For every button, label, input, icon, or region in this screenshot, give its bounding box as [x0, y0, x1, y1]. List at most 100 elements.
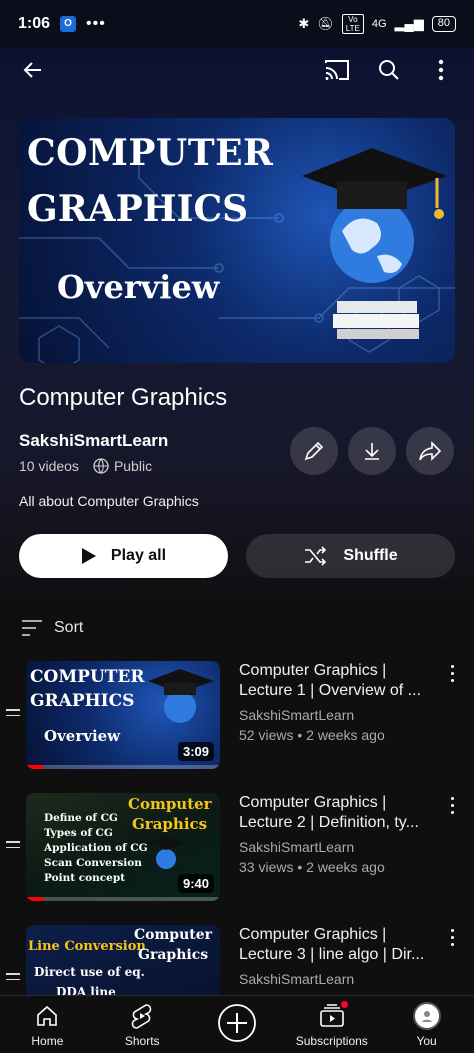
notification-dot [339, 1000, 349, 1009]
watch-progress-bar [26, 765, 220, 769]
video-title[interactable]: Computer Graphics | Lecture 3 | line alg… [239, 925, 439, 965]
drag-handle-icon[interactable] [6, 973, 20, 984]
thumb-text: Scan Conversion [44, 857, 142, 869]
status-icons: ✱ 🔕︎ Vo LTE 4G ▂▄▆ 80 [298, 14, 456, 34]
video-title-line2: Lecture 1 | Overview of ... [239, 682, 422, 699]
share-button[interactable] [406, 427, 454, 475]
play-all-button[interactable]: Play all [19, 534, 228, 578]
share-icon [419, 441, 442, 461]
video-title-line2: Lecture 2 | Definition, ty... [239, 814, 419, 831]
video-title-line1: Computer Graphics | [239, 926, 387, 943]
banner-text-line3: Overview [57, 268, 220, 306]
cast-icon[interactable] [322, 55, 352, 85]
play-all-label: Play all [110, 547, 167, 564]
nav-home[interactable]: Home [2, 1002, 92, 1048]
subscriptions-icon [319, 1000, 349, 1030]
more-options-icon[interactable] [426, 55, 456, 85]
mute-icon: 🔕︎ [317, 16, 334, 31]
sort-button[interactable]: Sort [20, 618, 83, 638]
thumb-text: Graphics [138, 947, 209, 963]
thumb-text: Point concept [44, 872, 126, 884]
video-duration: 9:40 [177, 874, 214, 893]
thumb-text: Overview [44, 727, 121, 745]
playlist-meta: 10 videos Public [19, 458, 152, 474]
bluetooth-icon: ✱ [298, 16, 310, 31]
thumb-text: Direct use of eq. [34, 965, 145, 979]
signal-icon: 4G [371, 18, 387, 30]
video-more-icon[interactable] [446, 797, 458, 819]
signal-bars-icon: ▂▄▆ [394, 16, 424, 31]
top-nav [0, 48, 474, 92]
download-icon [365, 443, 379, 460]
edit-button[interactable] [290, 427, 338, 475]
thumb-text: COMPUTER [30, 667, 145, 687]
sort-icon [22, 620, 42, 636]
banner-text-line2: GRAPHICS [27, 188, 249, 230]
visibility-label: Public [113, 458, 153, 474]
play-icon [81, 548, 96, 564]
video-title-line1: Computer Graphics | [239, 662, 387, 679]
volte-icon: Vo LTE [341, 14, 364, 34]
thumb-text: Computer [128, 795, 212, 813]
download-button[interactable] [348, 427, 396, 475]
video-title-line1: Computer Graphics | [239, 794, 387, 811]
drag-handle-icon[interactable] [6, 841, 20, 852]
thumb-text: GRAPHICS [30, 691, 135, 711]
nav-subscriptions[interactable]: Subscriptions [287, 1000, 377, 1048]
video-meta: 33 views • 2 weeks ago [239, 859, 385, 875]
video-duration: 3:09 [177, 742, 214, 761]
status-bar: 1:06 O ••• ✱ 🔕︎ Vo LTE 4G ▂▄▆ 80 [0, 0, 474, 48]
video-thumbnail[interactable]: Define of CG Types of CG Application of … [26, 793, 220, 901]
nav-create[interactable] [192, 1002, 282, 1044]
video-count: 10 videos [19, 458, 79, 474]
video-list-item[interactable]: COMPUTER GRAPHICS Overview 3:09 Computer… [0, 661, 474, 771]
home-icon [35, 1002, 59, 1030]
nav-shorts[interactable]: Shorts [97, 1002, 187, 1048]
playlist-description: All about Computer Graphics [19, 493, 199, 509]
video-list-item[interactable]: Define of CG Types of CG Application of … [0, 793, 474, 903]
nav-you[interactable]: You [382, 1002, 472, 1048]
video-channel: SakshiSmartLearn [239, 839, 355, 855]
pencil-icon [304, 441, 324, 461]
thumb-text: Computer [134, 927, 213, 943]
outlook-icon: O [60, 16, 77, 32]
thumb-text: Graphics [132, 815, 208, 833]
video-meta: 52 views • 2 weeks ago [239, 727, 385, 743]
channel-name[interactable]: SakshiSmartLearn [19, 431, 168, 451]
video-channel: SakshiSmartLearn [239, 971, 355, 987]
search-icon[interactable] [374, 55, 404, 85]
shuffle-label: Shuffle [343, 547, 398, 564]
video-thumbnail[interactable]: COMPUTER GRAPHICS Overview 3:09 [26, 661, 220, 769]
drag-handle-icon[interactable] [6, 709, 20, 720]
video-more-icon[interactable] [446, 665, 458, 687]
status-time: 1:06 [18, 15, 51, 32]
shuffle-icon [305, 546, 327, 566]
thumb-text: Line Conversion [28, 939, 146, 954]
globe-icon [93, 458, 109, 474]
nav-subscriptions-label: Subscriptions [295, 1034, 368, 1048]
bottom-nav: Home Shorts Subscriptions You [0, 995, 474, 1053]
nav-you-label: You [416, 1034, 437, 1048]
video-title[interactable]: Computer Graphics | Lecture 2 | Definiti… [239, 793, 439, 833]
more-notifications-icon: ••• [86, 15, 106, 32]
nav-home-label: Home [31, 1034, 64, 1048]
graduation-globe-icon [302, 148, 447, 339]
banner-text-line1: COMPUTER [27, 132, 274, 174]
video-title[interactable]: Computer Graphics | Lecture 1 | Overview… [239, 661, 439, 701]
avatar [412, 1002, 441, 1030]
watch-progress-bar [26, 897, 220, 901]
video-more-icon[interactable] [446, 929, 458, 951]
shuffle-button[interactable]: Shuffle [246, 534, 455, 578]
battery-icon: 80 [431, 16, 456, 32]
playlist-banner[interactable]: COMPUTER GRAPHICS Overview [19, 118, 455, 363]
graduation-globe-icon [146, 836, 186, 869]
create-plus-icon [217, 1002, 257, 1044]
nav-shorts-label: Shorts [124, 1034, 160, 1048]
graduation-globe-icon [148, 669, 214, 723]
sort-label: Sort [54, 619, 84, 636]
playlist-title: Computer Graphics [19, 384, 228, 411]
shorts-icon [131, 1002, 153, 1030]
video-title-line2: Lecture 3 | line algo | Dir... [239, 946, 425, 963]
video-channel: SakshiSmartLearn [239, 707, 355, 723]
back-arrow-icon[interactable] [18, 55, 48, 85]
